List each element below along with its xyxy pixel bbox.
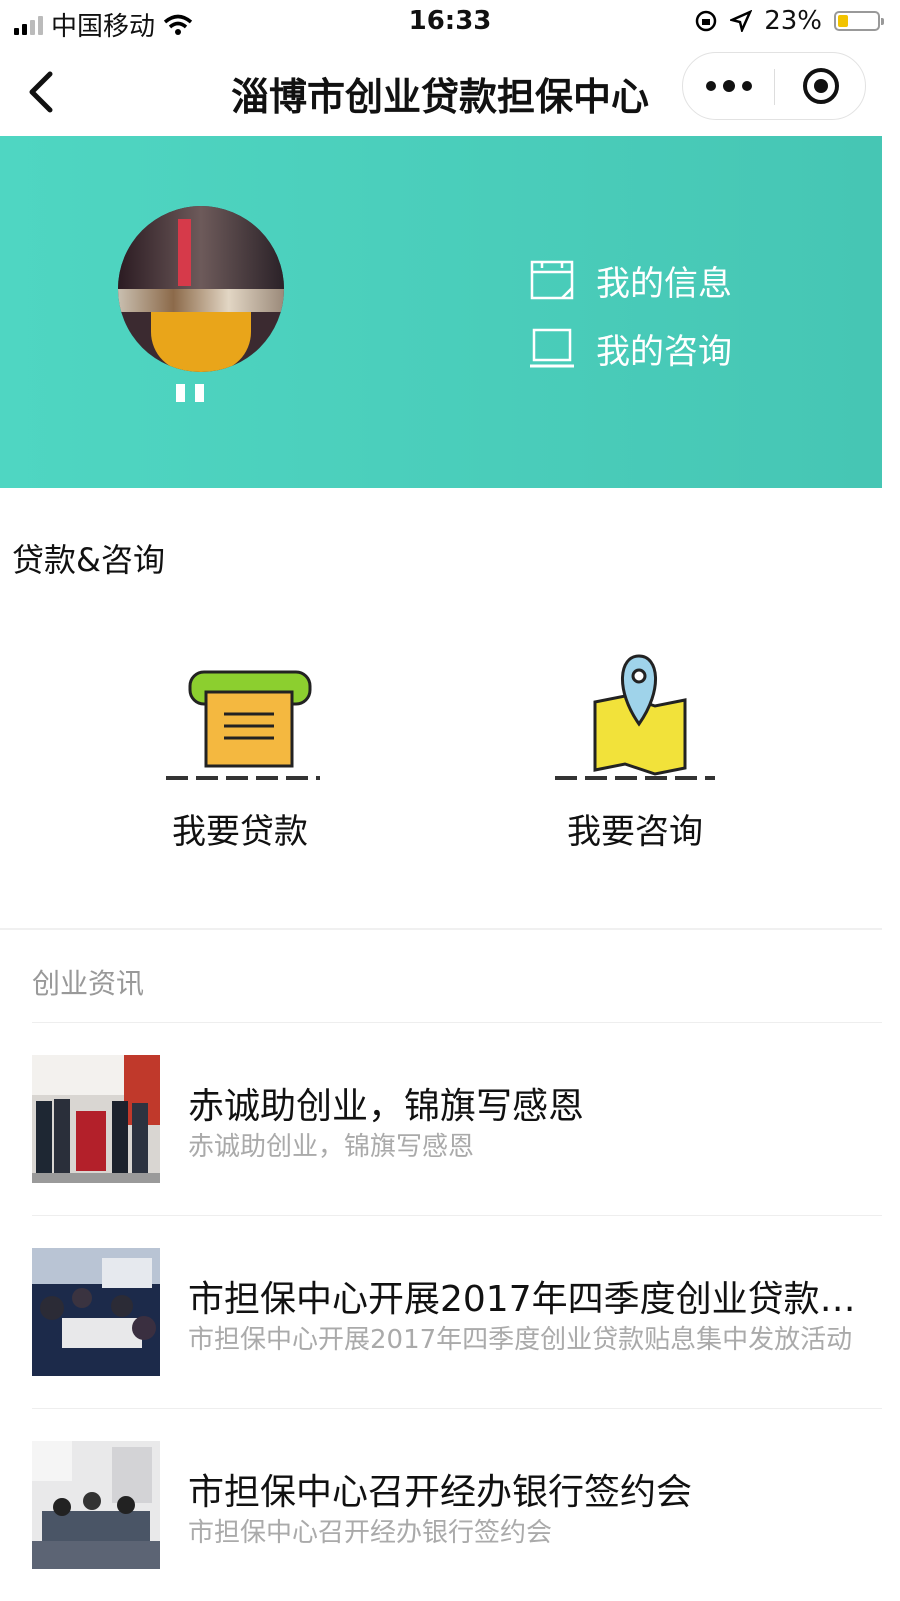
news-title: 赤诚助创业，锦旗写感恩: [188, 1086, 585, 1127]
news-thumbnail: [32, 1248, 160, 1376]
map-pin-icon: [555, 654, 725, 780]
status-right: 23%: [694, 6, 884, 36]
my-info-label: 我的信息: [596, 263, 732, 304]
orientation-lock-icon: [695, 10, 717, 32]
miniprogram-capsule: [682, 52, 866, 120]
section-divider: [0, 928, 882, 930]
profile-menu: 我的信息 我的咨询: [530, 246, 732, 382]
back-arrow-icon[interactable]: [22, 68, 62, 116]
laptop-icon: [530, 328, 574, 368]
news-title: 市担保中心开展2017年四季度创业贷款贴息集中发放活动: [188, 1279, 868, 1320]
apply-loan-button[interactable]: 我要贷款: [140, 650, 340, 853]
my-info-link[interactable]: 我的信息: [530, 246, 732, 314]
my-consult-link[interactable]: 我的咨询: [530, 314, 732, 382]
news-desc: 市担保中心召开经办银行签约会: [188, 1518, 553, 1548]
nav-bar: 淄博市创业贷款担保中心: [0, 46, 900, 136]
news-title: 市担保中心召开经办银行签约会: [188, 1472, 693, 1513]
profile-banner: 我的信息 我的咨询: [0, 136, 882, 488]
news-list: 赤诚助创业，锦旗写感恩 赤诚助创业，锦旗写感恩 市担保中心开展2017年四季度创…: [32, 1022, 882, 1601]
news-thumbnail: [32, 1441, 160, 1569]
close-miniprogram-icon[interactable]: [803, 68, 839, 104]
battery-icon: [834, 11, 884, 31]
news-item[interactable]: 市担保中心召开经办银行签约会 市担保中心召开经办银行签约会: [32, 1408, 882, 1601]
location-arrow-icon: [730, 10, 753, 32]
news-desc: 市担保中心开展2017年四季度创业贷款贴息集中发放活动: [188, 1325, 853, 1355]
apply-loan-label: 我要贷款: [172, 812, 308, 852]
my-consult-label: 我的咨询: [596, 331, 732, 372]
consult-button[interactable]: 我要咨询: [535, 650, 735, 853]
news-heading: 创业资讯: [32, 967, 145, 1000]
page-title: 淄博市创业贷款担保中心: [230, 75, 649, 119]
capsule-divider: [774, 69, 775, 105]
battery-percent: 23%: [764, 6, 822, 36]
avatar[interactable]: [118, 206, 284, 372]
news-item[interactable]: 赤诚助创业，锦旗写感恩 赤诚助创业，锦旗写感恩: [32, 1022, 882, 1215]
section-title: 贷款&咨询: [12, 541, 165, 579]
consult-label: 我要咨询: [567, 812, 703, 852]
printer-loan-icon: [166, 670, 340, 780]
news-desc: 赤诚助创业，锦旗写感恩: [188, 1132, 475, 1162]
news-item[interactable]: 市担保中心开展2017年四季度创业贷款贴息集中发放活动 市担保中心开展2017年…: [32, 1215, 882, 1408]
username-placeholder: [176, 384, 204, 402]
calendar-icon: [530, 260, 574, 300]
news-thumbnail: [32, 1055, 160, 1183]
status-bar: 中国移动 16:33 23%: [0, 0, 900, 46]
more-options-button[interactable]: [683, 53, 775, 119]
